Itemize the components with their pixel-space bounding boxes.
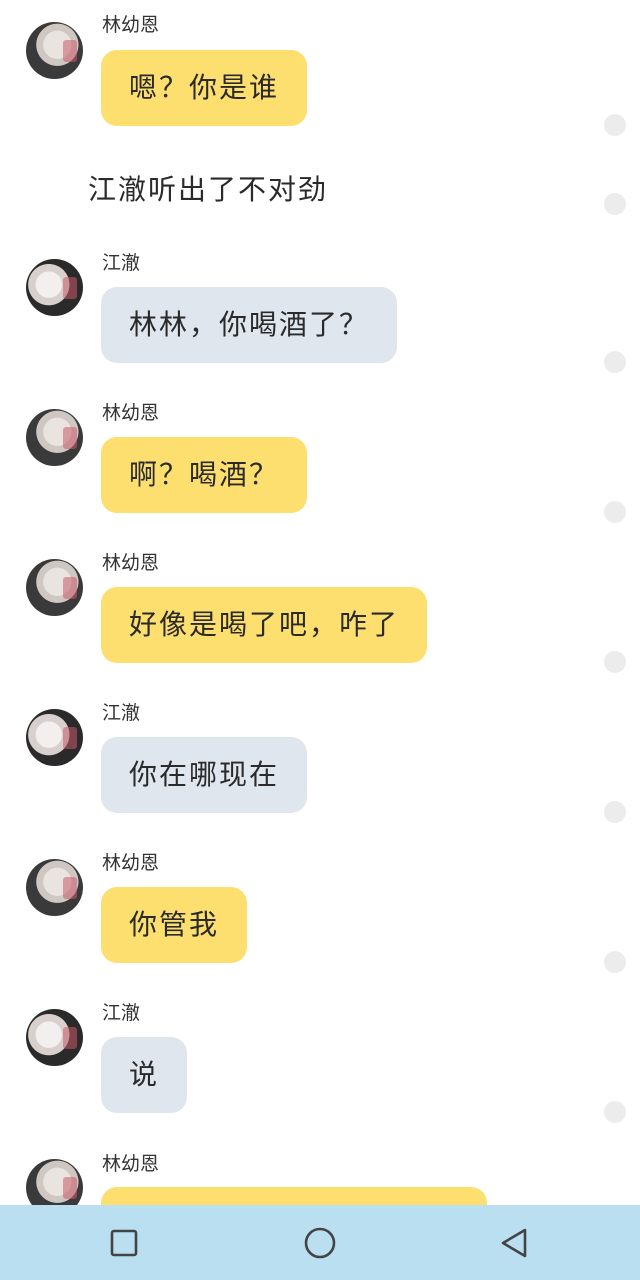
narration-text: 江澈听出了不对劲 [88, 173, 329, 206]
recent-apps-icon [110, 1229, 138, 1256]
avatar-photo [63, 577, 77, 599]
sender-name: 江澈 [102, 1002, 141, 1024]
message-bubble[interactable]: 你在哪现在 [101, 737, 308, 813]
message-status-dot [604, 651, 626, 673]
message-status-dot [604, 501, 626, 523]
chat-list[interactable]: 林幼恩 嗯？你是谁 江澈听出了不对劲 江澈 林林，你喝酒了？ 林幼恩 啊？喝酒？… [0, 0, 640, 1205]
sender-name: 林幼恩 [102, 552, 160, 574]
home-icon [304, 1227, 336, 1258]
avatar[interactable] [26, 409, 83, 466]
home-button[interactable] [280, 1205, 360, 1280]
avatar[interactable] [26, 1009, 83, 1066]
avatar-photo [63, 1027, 77, 1049]
sender-name: 林幼恩 [102, 14, 160, 36]
avatar[interactable] [26, 709, 83, 766]
message-status-dot [604, 193, 626, 215]
message-bubble[interactable] [101, 1187, 487, 1205]
chat-screen: 林幼恩 嗯？你是谁 江澈听出了不对劲 江澈 林林，你喝酒了？ 林幼恩 啊？喝酒？… [0, 0, 640, 1280]
message-status-dot [604, 801, 626, 823]
message-status-dot [604, 1101, 626, 1123]
sender-name: 江澈 [102, 702, 141, 724]
message-bubble[interactable]: 说 [101, 1037, 188, 1113]
avatar-photo [63, 427, 77, 449]
avatar-photo [63, 40, 77, 62]
avatar[interactable] [26, 559, 83, 616]
avatar-photo [63, 1177, 77, 1199]
sender-name: 林幼恩 [102, 1153, 160, 1175]
message-status-dot [604, 951, 626, 973]
message-status-dot [604, 351, 626, 373]
back-button[interactable] [474, 1205, 554, 1280]
message-bubble[interactable]: 啊？喝酒？ [101, 437, 308, 513]
sender-name: 林幼恩 [102, 402, 160, 424]
navigation-bar [0, 1205, 640, 1280]
message-bubble[interactable]: 嗯？你是谁 [101, 50, 308, 126]
avatar[interactable] [26, 22, 83, 79]
avatar-photo [63, 277, 77, 299]
message-bubble[interactable]: 你管我 [101, 887, 248, 963]
sender-name: 林幼恩 [102, 852, 160, 874]
recent-apps-button[interactable] [84, 1205, 164, 1280]
avatar[interactable] [26, 259, 83, 316]
message-status-dot [604, 114, 626, 136]
message-bubble[interactable]: 林林，你喝酒了？ [101, 287, 398, 363]
back-icon [501, 1228, 527, 1257]
message-bubble[interactable]: 好像是喝了吧，咋了 [101, 587, 428, 663]
sender-name: 江澈 [102, 252, 141, 274]
avatar-photo [63, 877, 77, 899]
avatar[interactable] [26, 1159, 83, 1205]
avatar-photo [63, 727, 77, 749]
avatar[interactable] [26, 859, 83, 916]
